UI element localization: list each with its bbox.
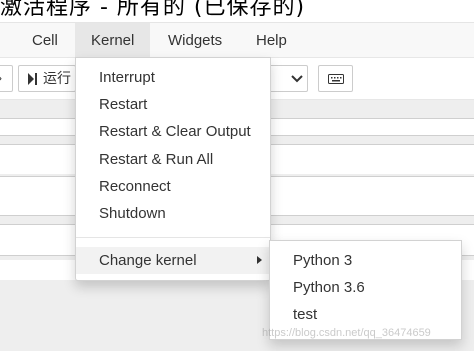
chevron-down-icon [291, 75, 303, 83]
kernel-option-python36[interactable]: Python 3.6 [270, 274, 461, 301]
change-kernel-submenu: Python 3 Python 3.6 test [269, 240, 462, 340]
menu-kernel[interactable]: Kernel [75, 23, 151, 59]
kernel-option-python3[interactable]: Python 3 [270, 247, 461, 274]
menu-cell[interactable]: Cell [16, 23, 74, 59]
menu-item-interrupt[interactable]: Interrupt [76, 64, 270, 91]
menu-item-shutdown[interactable]: Shutdown [76, 200, 270, 227]
title-strip: 激活程序 - 所有的 (已保存的) [0, 0, 474, 22]
chevron-icon: › [0, 66, 2, 91]
menu-help[interactable]: Help [240, 23, 303, 59]
kernel-dropdown-menu: Interrupt Restart Restart & Clear Output… [75, 57, 271, 281]
caret-right-icon [257, 256, 262, 264]
step-forward-icon [28, 73, 37, 85]
run-label: 运行 [43, 70, 71, 86]
menu-item-reconnect[interactable]: Reconnect [76, 173, 270, 200]
menu-item-change-kernel[interactable]: Change kernel [76, 247, 270, 274]
menu-widgets[interactable]: Widgets [152, 23, 238, 59]
notebook-title: 激活程序 - 所有的 (已保存的) [0, 0, 306, 20]
menu-item-restart-clear-output[interactable]: Restart & Clear Output [76, 118, 270, 145]
menu-item-restart[interactable]: Restart [76, 91, 270, 118]
toolbar-prev-button[interactable]: › [0, 65, 13, 92]
change-kernel-label: Change kernel [99, 252, 197, 269]
command-palette-button[interactable] [318, 65, 353, 92]
watermark: https://blog.csdn.net/qq_36474659 [262, 327, 431, 339]
keyboard-icon [328, 74, 344, 84]
menu-item-restart-run-all[interactable]: Restart & Run All [76, 146, 270, 173]
run-button[interactable]: 运行 [18, 65, 76, 92]
cell-type-select[interactable] [268, 65, 308, 92]
kernel-option-test[interactable]: test [270, 301, 461, 328]
menubar: Cell Kernel Widgets Help [0, 22, 474, 59]
menu-divider [76, 237, 270, 238]
